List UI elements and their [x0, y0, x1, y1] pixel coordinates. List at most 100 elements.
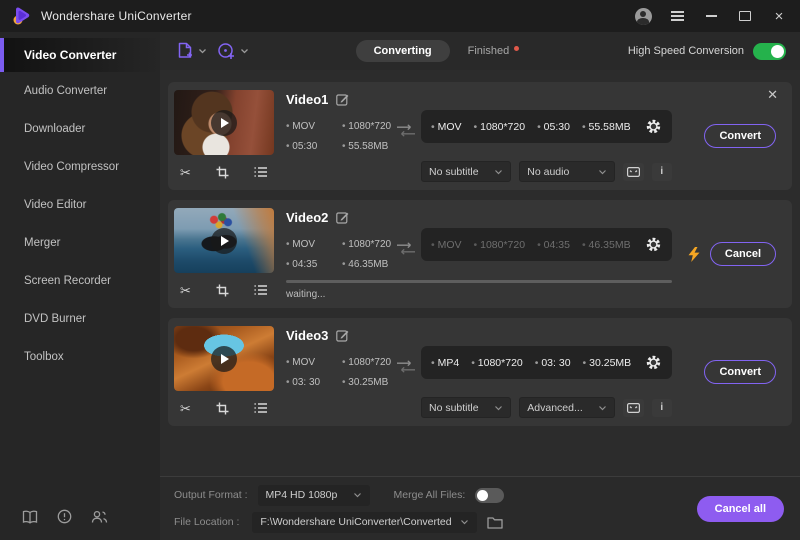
account-avatar-icon[interactable]: [634, 7, 652, 25]
output-format-select[interactable]: MP4 HD 1080p: [257, 484, 370, 506]
source-duration: 03: 30: [286, 377, 342, 388]
output-duration: 05:30: [537, 121, 570, 133]
effect-sliders-icon[interactable]: [254, 284, 268, 296]
play-icon[interactable]: [211, 227, 237, 254]
close-button[interactable]: ×: [770, 7, 788, 25]
main-content: Converting Finished High Speed Conversio…: [160, 32, 800, 540]
info-icon[interactable]: i: [651, 398, 672, 417]
source-size: 55.58MB: [342, 141, 391, 152]
sidebar-item-toolbox[interactable]: Toolbox: [0, 338, 160, 376]
add-files-button[interactable]: [174, 40, 209, 63]
video-thumbnail[interactable]: [174, 90, 274, 156]
chevron-down-icon: [598, 405, 607, 411]
sidebar-item-video-compressor[interactable]: Video Compressor: [0, 148, 160, 186]
file-location-select[interactable]: F:\Wondershare UniConverter\Converted: [252, 511, 477, 533]
output-duration: 03: 30: [535, 357, 570, 369]
audio-dropdown[interactable]: No audio: [519, 161, 616, 182]
chevron-down-icon: [353, 492, 362, 498]
menu-icon[interactable]: [668, 7, 686, 25]
info-circle-icon[interactable]: [57, 509, 72, 524]
tab-finished[interactable]: Finished: [464, 40, 524, 62]
source-resolution: 1080*720: [342, 357, 391, 368]
play-icon[interactable]: [211, 345, 237, 372]
settings-gear-icon[interactable]: [645, 354, 662, 371]
video-thumbnail[interactable]: [174, 326, 274, 392]
settings-gear-icon[interactable]: [645, 236, 662, 253]
trim-scissors-icon[interactable]: ✂: [180, 284, 191, 297]
sidebar-item-dvd-burner[interactable]: DVD Burner: [0, 300, 160, 338]
subtitle-dropdown[interactable]: No subtitle: [421, 397, 512, 418]
rename-edit-icon[interactable]: [336, 329, 349, 342]
output-settings: MP4 1080*720 03: 30 30.25MB: [421, 346, 672, 379]
toolbar: Converting Finished High Speed Conversio…: [160, 32, 800, 70]
effect-sliders-icon[interactable]: [254, 166, 268, 178]
subtitle-dropdown[interactable]: No subtitle: [421, 161, 512, 182]
titlebar: Wondershare UniConverter ×: [0, 0, 800, 32]
minimize-button[interactable]: [702, 7, 720, 25]
row-action-button[interactable]: Convert: [704, 124, 776, 148]
sidebar-item-video-converter[interactable]: Video Converter: [0, 38, 160, 72]
row-action-button[interactable]: Cancel: [709, 242, 776, 266]
trim-scissors-icon[interactable]: ✂: [180, 166, 191, 179]
close-icon[interactable]: ✕: [763, 86, 782, 103]
video-task-row: ✂ Video2 • MOV • 1080*720 • 04:35 • 46.3…: [168, 200, 792, 308]
maximize-button[interactable]: [736, 7, 754, 25]
add-dvd-button[interactable]: [215, 40, 251, 63]
subtitle-editor-icon[interactable]: [623, 162, 644, 181]
video-title: Video3: [286, 327, 329, 343]
merge-toggle[interactable]: [475, 487, 505, 503]
lightning-icon: [688, 246, 700, 262]
trim-scissors-icon[interactable]: ✂: [180, 402, 191, 415]
merge-all-files-label: Merge All Files:: [393, 489, 466, 501]
video-rows: ✂ Video1 • MOV • 1080*720 • 05:30 • 55.5…: [160, 70, 800, 476]
source-size: 46.35MB: [342, 259, 391, 270]
rename-edit-icon[interactable]: [336, 93, 349, 106]
manual-book-icon[interactable]: [22, 510, 38, 524]
tab-converting[interactable]: Converting: [355, 40, 450, 62]
sidebar-items: Video Converter Audio Converter Downloader…: [0, 38, 160, 376]
sidebar-item-video-editor[interactable]: Video Editor: [0, 186, 160, 224]
sidebar-item-merger[interactable]: Merger: [0, 224, 160, 262]
open-folder-icon[interactable]: [486, 516, 503, 529]
sidebar-item-downloader[interactable]: Downloader: [0, 110, 160, 148]
output-size: 55.58MB: [582, 121, 631, 133]
chevron-down-icon: [494, 405, 503, 411]
settings-gear-icon[interactable]: [645, 118, 662, 135]
output-format: MP4: [431, 357, 460, 369]
source-size: 30.25MB: [342, 377, 391, 388]
subtitle-editor-icon[interactable]: [623, 398, 644, 417]
crop-icon[interactable]: [216, 166, 229, 179]
footer-bar: Output Format : MP4 HD 1080p Merge All F…: [160, 476, 800, 540]
output-resolution: 1080*720: [474, 121, 525, 133]
output-format-label: Output Format :: [174, 489, 248, 501]
play-icon[interactable]: [211, 109, 237, 136]
output-settings: MOV 1080*720 04:35 46.35MB: [421, 228, 672, 261]
output-resolution: 1080*720: [471, 357, 523, 369]
video-task-row: ✂ Video3 • MOV • 1080*720 • 03: 30 • 30.…: [168, 318, 792, 426]
row-status: waiting...: [286, 289, 326, 300]
video-title: Video2: [286, 209, 329, 225]
sidebar-item-audio-converter[interactable]: Audio Converter: [0, 72, 160, 110]
row-dropdowns: No subtitle Advanced... i: [421, 397, 672, 418]
source-format: MOV: [286, 121, 342, 132]
uniconverter-window: Wondershare UniConverter × Video Convert…: [0, 0, 800, 540]
source-metadata: MOV 1080*720 04:35 46.35MB: [286, 239, 391, 270]
effect-sliders-icon[interactable]: [254, 402, 268, 414]
rename-edit-icon[interactable]: [336, 211, 349, 224]
chevron-down-icon: [241, 49, 248, 54]
cancel-all-button[interactable]: Cancel all: [696, 495, 784, 522]
sidebar-item-screen-recorder[interactable]: Screen Recorder: [0, 262, 160, 300]
row-action-button[interactable]: Convert: [704, 360, 776, 384]
sidebar: Video Converter Audio Converter Downloader…: [0, 32, 160, 540]
audio-dropdown[interactable]: Advanced...: [519, 397, 616, 418]
crop-icon[interactable]: [216, 402, 229, 415]
output-size: 30.25MB: [583, 357, 631, 369]
video-task-row: ✂ Video1 • MOV • 1080*720 • 05:30 • 55.5…: [168, 82, 792, 190]
output-format: MOV: [431, 121, 462, 133]
community-users-icon[interactable]: [91, 510, 108, 524]
high-speed-toggle[interactable]: [753, 42, 786, 60]
source-resolution: 1080*720: [342, 121, 391, 132]
info-icon[interactable]: i: [651, 162, 672, 181]
video-thumbnail[interactable]: [174, 208, 274, 274]
crop-icon[interactable]: [216, 284, 229, 297]
